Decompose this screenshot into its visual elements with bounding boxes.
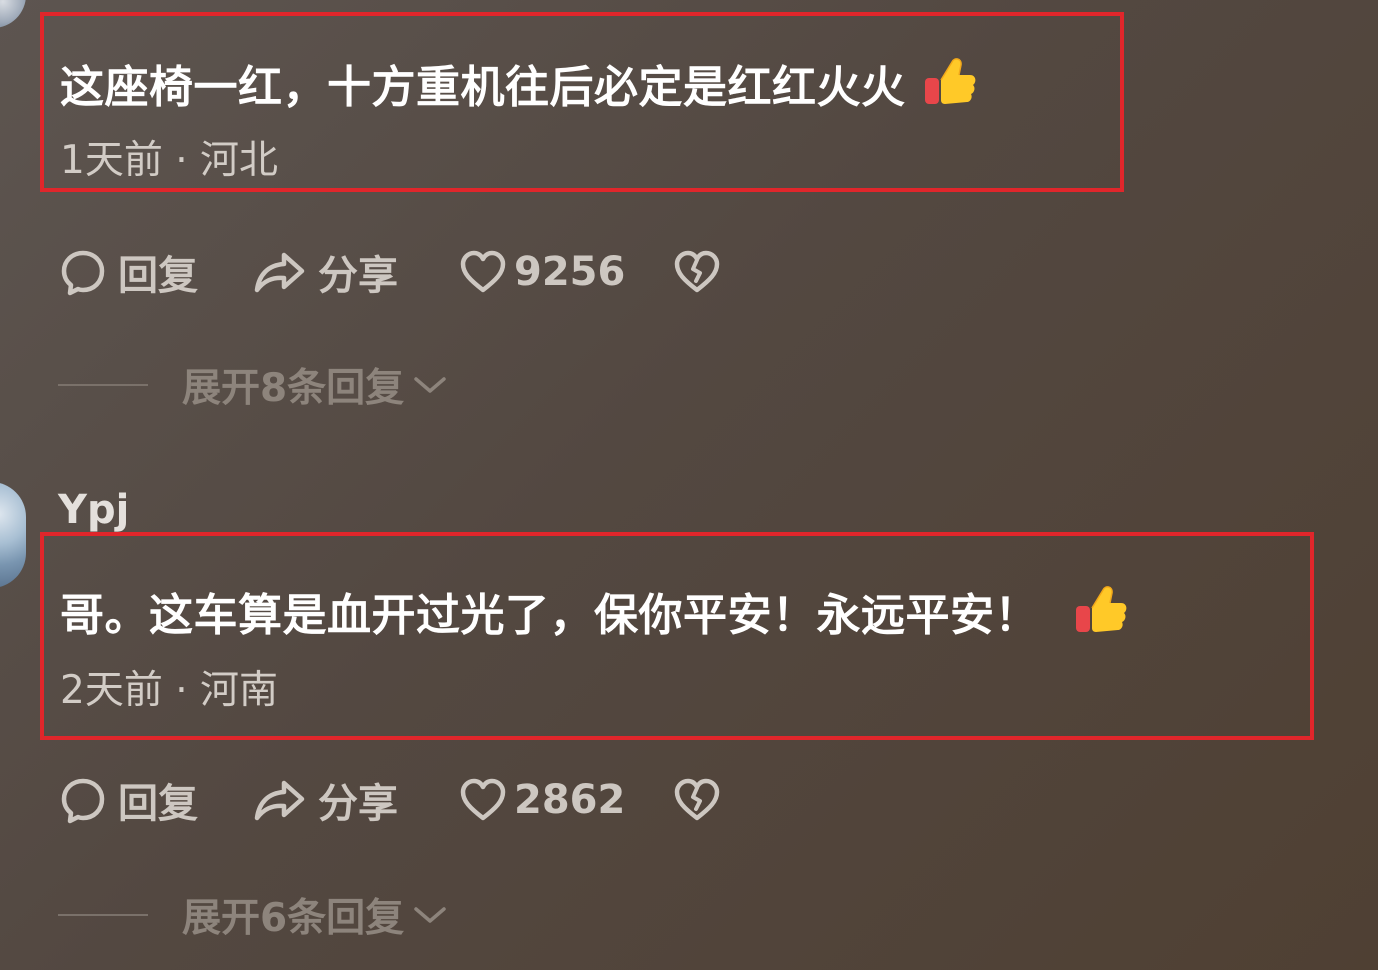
- highlight-box: [40, 532, 1314, 740]
- reply-label: 回复: [118, 781, 198, 827]
- like-button[interactable]: 9256: [458, 244, 625, 300]
- chevron-down-icon: [414, 907, 446, 923]
- dislike-button[interactable]: [672, 772, 722, 828]
- like-count: 2862: [514, 777, 626, 823]
- share-label: 分享: [318, 253, 398, 299]
- like-count: 9256: [514, 249, 626, 295]
- avatar[interactable]: [0, 0, 26, 28]
- avatar[interactable]: [0, 482, 26, 588]
- comment-actions: 回复 分享 2862: [58, 772, 748, 828]
- share-button[interactable]: 分享: [252, 772, 398, 828]
- broken-heart-icon: [674, 250, 720, 293]
- comment-actions: 回复 分享 9256: [58, 244, 748, 300]
- reply-button[interactable]: 回复: [58, 772, 198, 828]
- reply-button[interactable]: 回复: [58, 244, 198, 300]
- comment-bubble-icon: [61, 778, 105, 824]
- like-button[interactable]: 2862: [458, 772, 625, 828]
- reply-label: 回复: [118, 253, 198, 299]
- dislike-button[interactable]: [672, 244, 722, 300]
- share-label: 分享: [318, 781, 398, 827]
- expand-replies-button[interactable]: 展开8条回复: [58, 360, 518, 411]
- highlight-box: [40, 12, 1124, 192]
- broken-heart-icon: [674, 778, 720, 821]
- share-arrow-icon: [254, 252, 305, 293]
- expand-replies-button[interactable]: 展开6条回复: [58, 890, 518, 941]
- comment-bubble-icon: [61, 250, 105, 296]
- comment-list: 这座椅一红，十方重机往后必定是红红火火 1天前 · 河北 回复 分享 9256 …: [0, 0, 1378, 970]
- heart-icon: [460, 250, 506, 293]
- username[interactable]: Ypj: [58, 486, 129, 534]
- divider-line: [58, 384, 148, 386]
- chevron-down-icon: [414, 377, 446, 393]
- share-arrow-icon: [254, 780, 305, 821]
- heart-icon: [460, 778, 506, 821]
- expand-replies-label: 展开8条回复: [182, 366, 405, 411]
- expand-replies-label: 展开6条回复: [182, 896, 405, 941]
- divider-line: [58, 914, 148, 916]
- share-button[interactable]: 分享: [252, 244, 398, 300]
